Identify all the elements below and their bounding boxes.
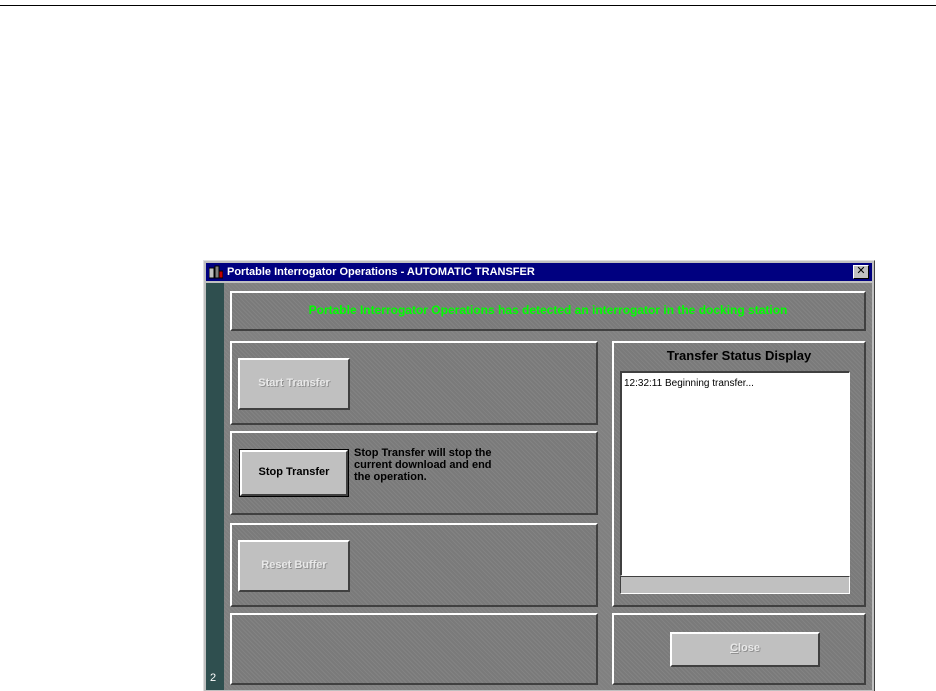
banner-panel: Portable Interrogator Operations has det… (230, 291, 866, 331)
side-number: 2 (210, 672, 217, 684)
empty-footer-panel (230, 613, 598, 685)
status-log-line: 12:32:11 Beginning transfer... (624, 378, 754, 389)
status-title: Transfer Status Display (666, 348, 812, 363)
stop-transfer-button[interactable]: Stop Transfer (239, 449, 349, 497)
stop-transfer-description: Stop Transfer will stop the current down… (354, 447, 492, 483)
detection-message: Portable Interrogator Operations has det… (308, 303, 788, 317)
side-strip: 2 (206, 283, 224, 690)
close-button[interactable]: Close (670, 632, 820, 667)
app-window: Portable Interrogator Operations - AUTOM… (203, 260, 875, 691)
close-icon: ✕ (856, 265, 866, 277)
title-bar[interactable]: Portable Interrogator Operations - AUTOM… (206, 263, 872, 281)
status-progress-bar (620, 576, 850, 594)
document-page: Portable Interrogator Operations - AUTOM… (0, 0, 936, 691)
window-title: Portable Interrogator Operations - AUTOM… (227, 266, 535, 278)
close-panel: Close (612, 613, 866, 685)
stop-transfer-label: Stop Transfer (258, 466, 330, 478)
close-window-button[interactable]: ✕ (853, 265, 869, 279)
stop-transfer-panel: Stop Transfer Stop Transfer will stop th… (230, 431, 598, 515)
start-transfer-label: Start Transfer (258, 377, 330, 389)
app-icon (208, 265, 224, 279)
transfer-status-panel: Transfer Status Display 12:32:11 Beginni… (612, 341, 866, 607)
close-button-label: Close (730, 642, 760, 654)
reset-buffer-label: Reset Buffer (261, 559, 327, 571)
client-area: Portable Interrogator Operations has det… (224, 283, 872, 690)
status-log-list[interactable]: 12:32:11 Beginning transfer... (620, 371, 850, 576)
top-rule (0, 5, 936, 6)
start-transfer-panel: Start Transfer (230, 341, 598, 425)
start-transfer-button[interactable]: Start Transfer (238, 358, 350, 410)
reset-buffer-panel: Reset Buffer (230, 523, 598, 607)
reset-buffer-button[interactable]: Reset Buffer (238, 540, 350, 592)
